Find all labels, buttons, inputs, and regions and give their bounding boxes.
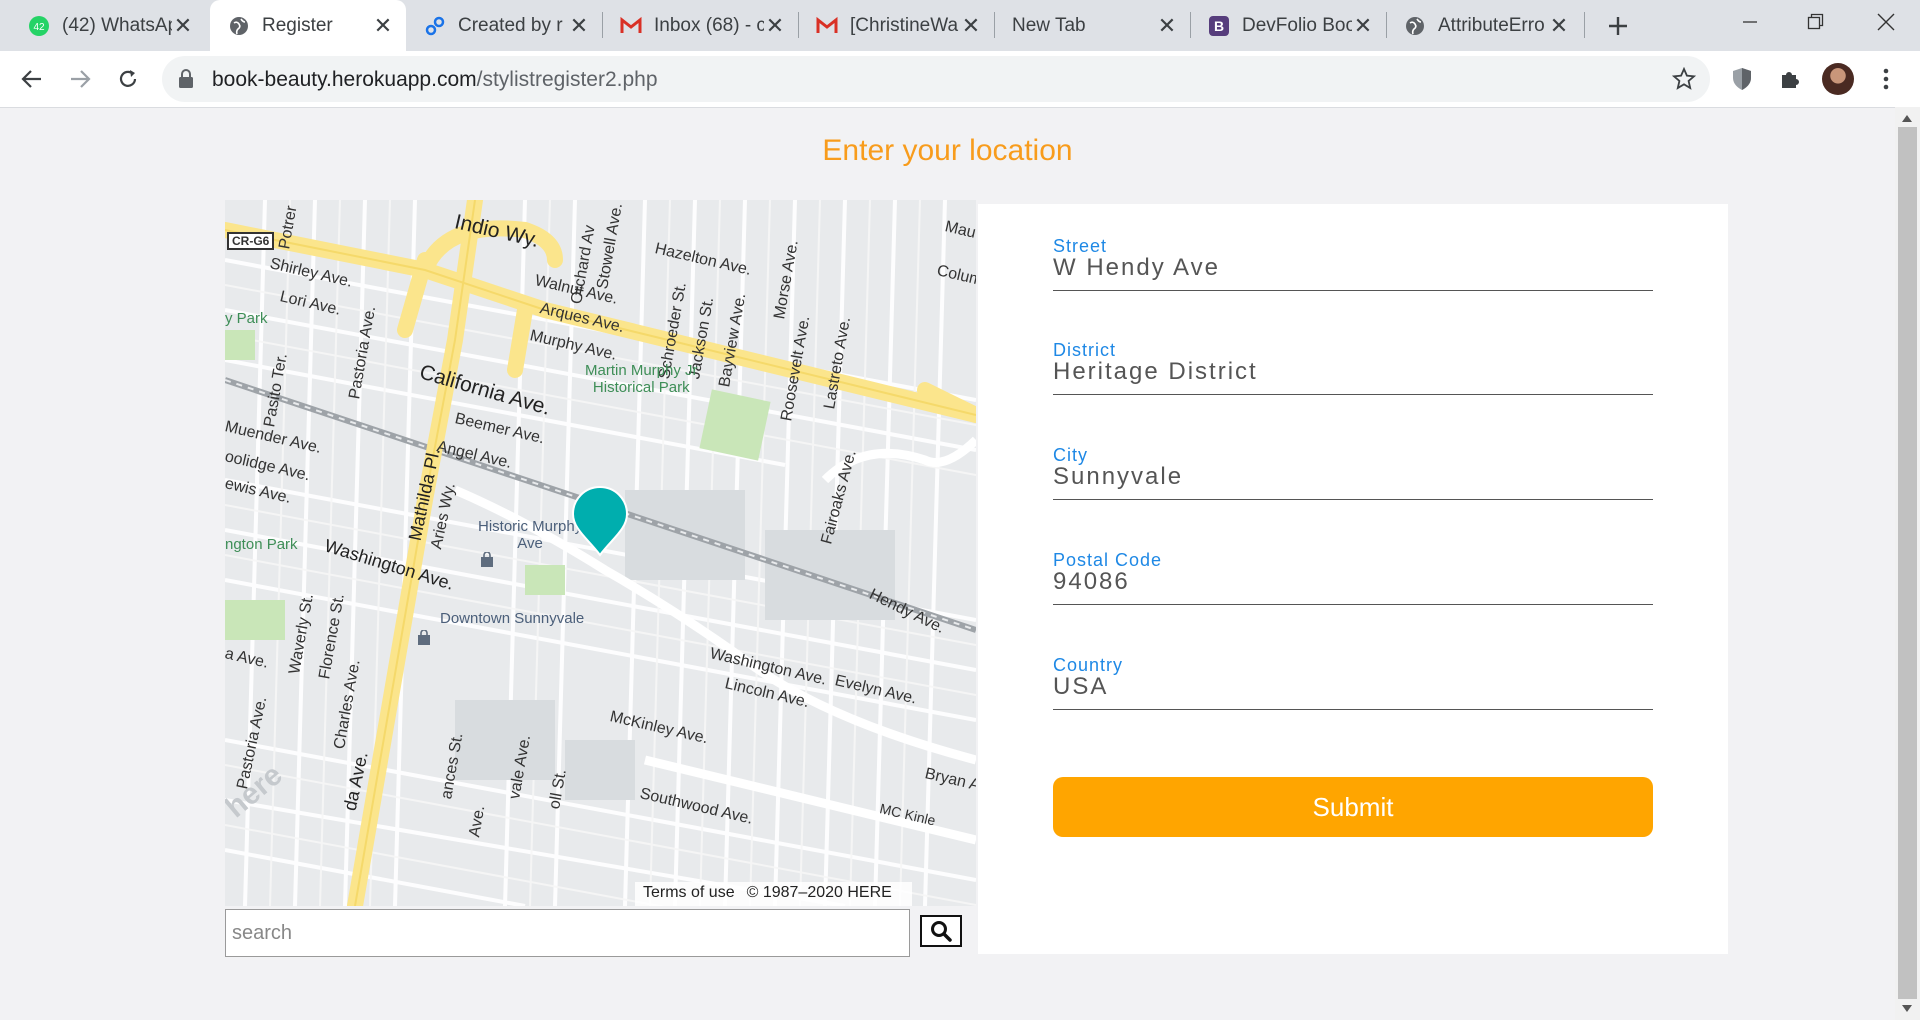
close-tab-icon[interactable]: ✕ xyxy=(172,13,194,38)
search-button[interactable] xyxy=(920,915,962,947)
bookmark-star-icon[interactable] xyxy=(1671,66,1697,96)
terms-of-use-link[interactable]: Terms of use xyxy=(643,884,735,901)
postal-code-field[interactable]: Postal Code 94086 xyxy=(1053,550,1653,605)
street-field[interactable]: Street W Hendy Ave xyxy=(1053,236,1653,291)
country-field[interactable]: Country USA xyxy=(1053,655,1653,710)
reload-icon xyxy=(119,70,137,87)
whatsapp-icon: 42 xyxy=(28,15,50,37)
street-value[interactable]: W Hendy Ave xyxy=(1053,254,1220,282)
country-value[interactable]: USA xyxy=(1053,673,1108,701)
close-window-button[interactable] xyxy=(1856,0,1916,44)
link-icon xyxy=(424,15,446,37)
bootstrap-icon: B xyxy=(1208,15,1230,37)
city-value[interactable]: Sunnyvale xyxy=(1053,463,1183,491)
map-copyright: © 1987–2020 HERE xyxy=(746,884,892,901)
map-label: Historic Murphy Ave xyxy=(478,518,583,552)
tab-title: Created by r xyxy=(458,14,563,36)
close-tab-icon[interactable]: ✕ xyxy=(1352,13,1374,38)
shield-extension-icon[interactable] xyxy=(1726,63,1758,95)
whatsapp-badge: 42 xyxy=(33,22,45,33)
minimize-button[interactable] xyxy=(1720,0,1780,44)
tab-title: (42) WhatsAp xyxy=(62,14,172,36)
tab-title: [ChristineWa xyxy=(850,14,959,36)
map-credit: Terms of use © 1987–2020 HERE xyxy=(635,882,912,906)
forward-button[interactable] xyxy=(62,61,98,97)
profile-avatar[interactable] xyxy=(1822,63,1854,95)
tab-inbox[interactable]: Inbox (68) - c ✕ xyxy=(602,0,798,51)
close-tab-icon[interactable]: ✕ xyxy=(372,13,394,38)
close-tab-icon[interactable]: ✕ xyxy=(764,13,786,38)
url-path: /stylistregister2.php xyxy=(476,68,658,91)
district-field[interactable]: District Heritage District xyxy=(1053,340,1653,395)
tab-created-by[interactable]: Created by r ✕ xyxy=(406,0,602,51)
tab-separator xyxy=(798,12,799,38)
tab-title: DevFolio Boo xyxy=(1242,14,1352,36)
scrollbar-thumb[interactable] xyxy=(1898,127,1917,999)
tab-separator xyxy=(602,12,603,38)
district-value[interactable]: Heritage District xyxy=(1053,358,1258,386)
forward-arrow-icon xyxy=(71,70,91,88)
tab-separator xyxy=(1386,12,1387,38)
close-tab-icon[interactable]: ✕ xyxy=(1548,13,1570,38)
tab-register[interactable]: Register ✕ xyxy=(210,0,406,51)
lock-icon xyxy=(178,69,194,94)
submit-button[interactable]: Submit xyxy=(1053,777,1653,837)
scroll-up-arrow-icon[interactable] xyxy=(1902,115,1912,122)
new-tab-button[interactable] xyxy=(1602,10,1634,42)
county-route-shield: CR-G6 xyxy=(227,232,275,250)
globe-icon xyxy=(1404,15,1426,37)
menu-kebab-icon[interactable] xyxy=(1870,63,1902,95)
tab-separator xyxy=(1584,12,1585,38)
tab-christine[interactable]: [ChristineWa ✕ xyxy=(798,0,994,51)
address-bar[interactable]: book-beauty.herokuapp.com/stylistregiste… xyxy=(162,56,1710,102)
map-label: Downtown Sunnyvale xyxy=(440,610,585,627)
tab-title: New Tab xyxy=(1012,14,1086,36)
map-label: Martin Murphy Jr Historical Park xyxy=(585,362,698,396)
tab-whatsapp[interactable]: 42 (42) WhatsAp ✕ xyxy=(10,0,206,51)
location-map[interactable]: CR-G6 Indio Wy. California Ave. Hazelton… xyxy=(225,200,976,906)
tab-separator xyxy=(1190,12,1191,38)
close-tab-icon[interactable]: ✕ xyxy=(568,13,590,38)
tab-devfolio[interactable]: B DevFolio Boo ✕ xyxy=(1190,0,1386,51)
tab-title: Inbox (68) - c xyxy=(654,14,764,36)
back-arrow-icon xyxy=(21,70,41,88)
restore-icon xyxy=(1807,13,1824,30)
svg-text:B: B xyxy=(1214,18,1224,34)
gmail-icon xyxy=(620,15,642,37)
tab-separator xyxy=(994,12,995,38)
tab-strip: 42 (42) WhatsAp ✕ Register ✕ Created by … xyxy=(0,0,1920,51)
map-label: y Park xyxy=(225,310,268,327)
tab-attributeerror[interactable]: AttributeErro ✕ xyxy=(1386,0,1582,51)
map-label: ngton Park xyxy=(225,536,298,553)
url-host: book-beauty.herokuapp.com xyxy=(212,68,477,91)
page-title: Enter your location xyxy=(822,134,1073,167)
globe-icon xyxy=(228,15,250,37)
reload-button[interactable] xyxy=(110,61,146,97)
extensions-puzzle-icon[interactable] xyxy=(1774,63,1806,95)
scroll-down-arrow-icon[interactable] xyxy=(1902,1005,1912,1012)
close-tab-icon[interactable]: ✕ xyxy=(1156,13,1178,38)
back-button[interactable] xyxy=(14,61,50,97)
close-tab-icon[interactable]: ✕ xyxy=(960,13,982,38)
shopping-bag-icon xyxy=(481,552,493,567)
tab-title: Register xyxy=(262,14,333,36)
search-icon xyxy=(931,921,952,942)
page-scrollbar[interactable] xyxy=(1895,107,1920,1020)
browser-toolbar: book-beauty.herokuapp.com/stylistregiste… xyxy=(0,51,1920,108)
city-field[interactable]: City Sunnyvale xyxy=(1053,445,1653,500)
plus-icon xyxy=(1609,17,1627,35)
shopping-bag-icon xyxy=(418,630,430,645)
address-form-panel: Street W Hendy Ave District Heritage Dis… xyxy=(978,204,1728,954)
minimize-icon xyxy=(1743,21,1757,23)
restore-button[interactable] xyxy=(1786,0,1846,44)
tab-new-tab[interactable]: New Tab ✕ xyxy=(994,0,1190,51)
close-icon xyxy=(1877,13,1895,31)
url-text: book-beauty.herokuapp.com/stylistregiste… xyxy=(212,68,658,92)
location-pin-icon[interactable] xyxy=(570,485,630,557)
tab-title: AttributeErro xyxy=(1438,14,1545,36)
gmail-icon xyxy=(816,15,838,37)
search-input[interactable] xyxy=(225,909,910,957)
postal-code-value[interactable]: 94086 xyxy=(1053,568,1130,596)
